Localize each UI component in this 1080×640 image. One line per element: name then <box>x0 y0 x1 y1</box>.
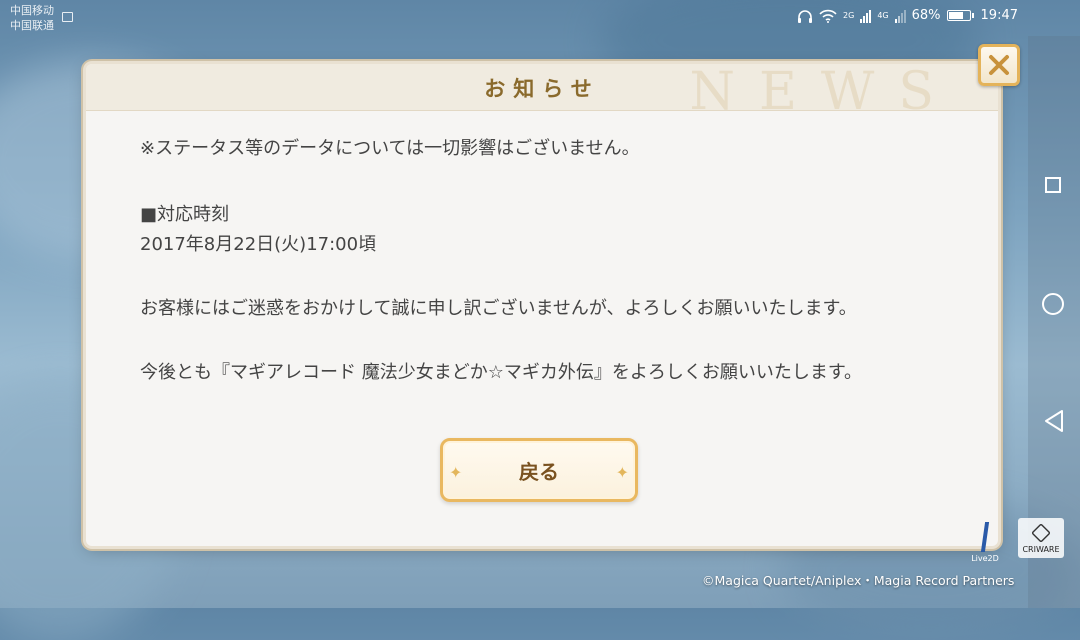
battery-icon <box>946 10 974 21</box>
time-value: 2017年8月22日(火)17:00頃 <box>140 234 377 255</box>
signal-icon-2 <box>894 9 906 23</box>
copyright-text: ©Magica Quartet/Aniplex・Magia Record Par… <box>702 573 1015 588</box>
sparkle-icon: ✦ <box>615 463 629 482</box>
sim-icon <box>62 12 73 22</box>
news-dialog: NEWS お知らせ ※ステータス等のデータについては一切影響はございません。 ■… <box>86 62 998 546</box>
carrier-2: 中国联通 <box>10 19 54 32</box>
notice-line: ※ステータス等のデータについては一切影響はございません。 <box>140 138 640 159</box>
nav-home-icon[interactable] <box>1042 293 1064 315</box>
close-icon <box>989 55 1009 75</box>
live2d-mark <box>980 522 990 552</box>
closing-line: 今後とも『マギアレコード 魔法少女まどか☆マギカ外伝』をよろしくお願いいたします… <box>140 362 863 383</box>
net-4g-label: 4G <box>877 11 889 20</box>
nav-back-icon[interactable] <box>1043 409 1065 433</box>
carrier-labels: 中国移动 中国联通 <box>10 3 54 33</box>
criware-logo: CRIWARE <box>1018 518 1064 558</box>
signal-icon <box>860 9 872 23</box>
clock: 19:47 <box>980 8 1018 23</box>
battery-percent: 68% <box>911 8 941 23</box>
headphone-icon <box>798 9 813 23</box>
apology-line: お客様にはご迷惑をおかけして誠に申し訳ございませんが、よろしくお願いいたします。 <box>140 298 857 319</box>
live2d-logo: Live2D <box>970 522 1000 563</box>
carrier-1: 中国移动 <box>10 4 54 17</box>
criware-mark <box>1031 523 1051 543</box>
status-bar: 中国移动 中国联通 2G 4G 68% 19:47 <box>0 0 1080 36</box>
close-button[interactable] <box>978 44 1020 86</box>
time-heading: ■対応時刻 <box>140 204 230 225</box>
net-2g-label: 2G <box>843 11 855 20</box>
battery-fill <box>948 12 964 19</box>
sparkle-icon: ✦ <box>449 463 463 482</box>
criware-label: CRIWARE <box>1022 545 1060 554</box>
status-icons: 2G 4G 68% 19:47 <box>797 8 1018 23</box>
live2d-label: Live2D <box>971 554 999 563</box>
wifi-icon <box>819 9 837 23</box>
dialog-header: NEWS お知らせ <box>86 62 998 122</box>
dialog-title: お知らせ <box>484 77 600 101</box>
back-button[interactable]: ✦ 戻る ✦ <box>440 438 638 502</box>
back-button-label: 戻る <box>519 459 559 484</box>
nav-square-icon[interactable] <box>1045 177 1061 193</box>
